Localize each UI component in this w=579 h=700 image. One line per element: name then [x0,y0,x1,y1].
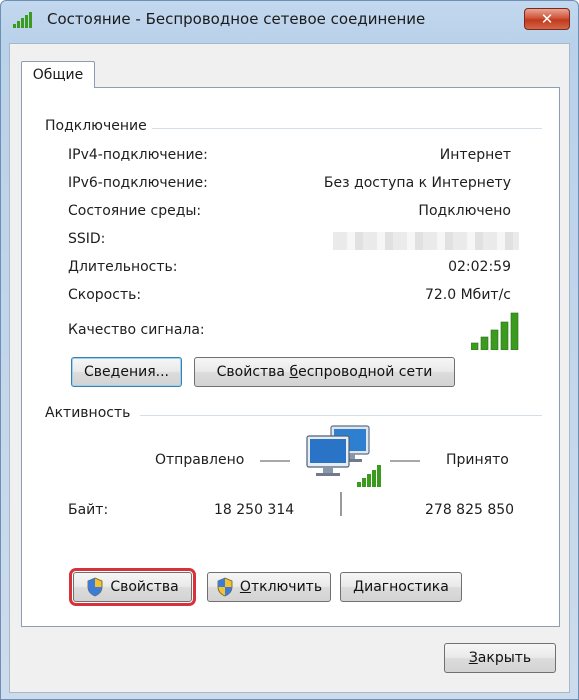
sent-line [260,460,290,462]
received-line [390,460,420,462]
bytes-label: Байт: [68,502,109,518]
uac-shield-icon [87,577,103,597]
ipv4-label: IPv4-подключение: [68,147,208,163]
activity-divider [340,492,342,516]
wireless-signal-icon [13,12,32,28]
uac-shield-icon [217,577,233,597]
signal-quality-label: Качество сигнала: [68,322,205,338]
details-button-label: Сведения... [84,364,169,380]
disconnect-button[interactable]: Отключить [207,572,331,602]
diagnostics-button-label: Диагностика [353,579,449,595]
window-title: Состояние - Беспроводное сетевое соедине… [47,10,426,28]
disconnect-button-label: Отключить [239,579,323,595]
signal-quality-icon [471,312,519,350]
close-button-label: Закрыть [468,650,532,666]
duration-label: Длительность: [68,259,178,275]
media-state-value: Подключено [418,203,511,219]
close-window-button[interactable]: ✕ [524,8,570,30]
duration-value: 02:02:59 [448,259,511,275]
diagnostics-button[interactable]: Диагностика [340,572,462,602]
dialog-window: Состояние - Беспроводное сетевое соедине… [0,0,579,700]
group-divider [152,128,542,129]
ipv6-label: IPv6-подключение: [68,175,208,191]
speed-label: Скорость: [68,287,142,303]
ipv6-value: Без доступа к Интернету [323,175,511,191]
details-button[interactable]: Сведения... [71,357,182,387]
close-button[interactable]: Закрыть [444,643,556,673]
media-state-label: Состояние среды: [68,203,202,219]
tab-panel-general: Подключение IPv4-подключение: Интернет I… [21,87,560,627]
connection-group-title: Подключение [45,118,147,134]
tab-general[interactable]: Общие [21,61,95,88]
activity-group-title: Активность [45,405,131,421]
ssid-value-blurred [333,232,519,250]
ipv4-value: Интернет [439,147,511,163]
properties-button-label: Свойства [110,579,179,595]
received-label: Принято [446,452,509,468]
bytes-sent-value: 18 250 314 [214,502,295,518]
sent-label: Отправлено [155,452,245,468]
group-divider [140,415,542,416]
speed-value: 72.0 Мбит/с [424,287,511,303]
client-area: Общие Подключение IPv4-подключение: Инте… [9,43,570,693]
ssid-label: SSID: [68,231,106,247]
bytes-received-value: 278 825 850 [425,502,515,518]
properties-button[interactable]: Свойства [69,568,196,606]
wireless-properties-button[interactable]: Свойства беспроводной сети [194,357,455,387]
network-computers-icon [306,425,381,487]
close-icon: ✕ [540,10,554,28]
title-bar[interactable]: Состояние - Беспроводное сетевое соедине… [1,1,578,35]
wireless-properties-label: Свойства беспроводной сети [216,364,433,380]
